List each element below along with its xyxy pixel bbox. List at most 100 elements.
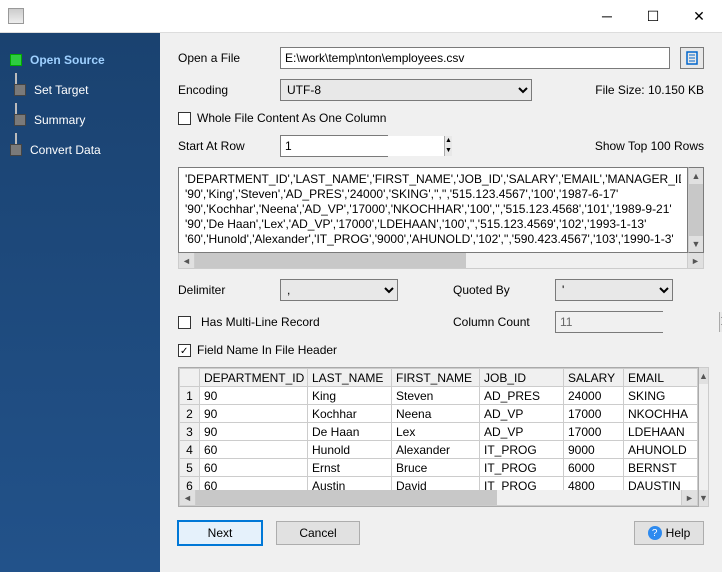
maximize-button[interactable]: ☐ [630, 0, 676, 32]
step-open-source[interactable]: Open Source [0, 45, 160, 75]
browse-file-button[interactable] [680, 47, 704, 69]
column-count-label: Column Count [453, 315, 545, 329]
table-row[interactable]: 390De HaanLexAD_VP17000LDEHAAN [180, 423, 698, 441]
encoding-label: Encoding [178, 83, 270, 97]
preview-scrollbar-h[interactable]: ◄ ► [178, 253, 704, 269]
step-marker-icon [10, 144, 22, 156]
table-cell: Neena [392, 405, 480, 423]
table-row[interactable]: 190KingStevenAD_PRES24000SKING [180, 387, 698, 405]
row-number: 4 [180, 441, 200, 459]
row-number: 6 [180, 477, 200, 491]
scroll-right-icon[interactable]: ► [687, 253, 703, 268]
start-row-label: Start At Row [178, 139, 270, 153]
delimiter-label: Delimiter [178, 283, 270, 297]
main-panel: Open a File Encoding UTF-8 File Size: 10… [160, 33, 722, 572]
step-label: Summary [34, 113, 85, 127]
table-cell: IT_PROG [480, 441, 564, 459]
scroll-down-icon[interactable]: ▼ [699, 490, 708, 506]
table-cell: 60 [200, 477, 308, 491]
table-cell: Austin [308, 477, 392, 491]
file-size-label: File Size: 10.150 KB [595, 83, 704, 97]
encoding-select[interactable]: UTF-8 [280, 79, 532, 101]
table-cell: Bruce [392, 459, 480, 477]
file-path-input[interactable] [280, 47, 670, 69]
table-cell: BERNST [624, 459, 698, 477]
step-set-target[interactable]: Set Target [0, 75, 160, 105]
table-row[interactable]: 560ErnstBruceIT_PROG6000BERNST [180, 459, 698, 477]
preview-scrollbar-v[interactable]: ▲ ▼ [688, 167, 704, 253]
quoted-by-select[interactable]: ' [555, 279, 673, 301]
start-row-input[interactable] [281, 136, 444, 156]
col-header[interactable]: EMAIL [624, 369, 698, 387]
scroll-left-icon[interactable]: ◄ [180, 490, 196, 505]
table-row[interactable]: 660AustinDavidIT_PROG4800DAUSTIN [180, 477, 698, 491]
table-cell: AHUNOLD [624, 441, 698, 459]
col-header[interactable]: LAST_NAME [308, 369, 392, 387]
table-row[interactable]: 460HunoldAlexanderIT_PROG9000AHUNOLD [180, 441, 698, 459]
whole-file-label: Whole File Content As One Column [197, 111, 386, 125]
table-cell: 17000 [564, 405, 624, 423]
step-marker-icon [10, 54, 22, 66]
table-cell: Ernst [308, 459, 392, 477]
app-icon [8, 8, 24, 24]
preview-line: '90','De Haan','Lex','AD_VP','17000','LD… [185, 217, 681, 232]
step-marker-icon [14, 84, 26, 96]
spinner-down-icon[interactable]: ▼ [445, 146, 452, 156]
field-header-label: Field Name In File Header [197, 343, 337, 357]
table-cell: 90 [200, 423, 308, 441]
scroll-down-icon[interactable]: ▼ [689, 236, 703, 252]
table-cell: AD_VP [480, 423, 564, 441]
scroll-up-icon[interactable]: ▲ [689, 168, 703, 184]
spinner-up-icon[interactable]: ▲ [445, 136, 452, 146]
field-header-checkbox[interactable] [178, 344, 191, 357]
delimiter-select[interactable]: , [280, 279, 398, 301]
table-cell: 9000 [564, 441, 624, 459]
table-cell: SKING [624, 387, 698, 405]
col-header[interactable]: JOB_ID [480, 369, 564, 387]
table-cell: 17000 [564, 423, 624, 441]
col-header[interactable]: SALARY [564, 369, 624, 387]
table-cell: 6000 [564, 459, 624, 477]
multiline-label: Has Multi-Line Record [201, 315, 320, 329]
table-cell: LDEHAAN [624, 423, 698, 441]
quoted-by-label: Quoted By [453, 283, 545, 297]
close-button[interactable]: ✕ [676, 0, 722, 32]
document-icon [684, 50, 700, 66]
row-number: 1 [180, 387, 200, 405]
table-cell: DAUSTIN [624, 477, 698, 491]
table-row[interactable]: 290KochharNeenaAD_VP17000NKOCHHA [180, 405, 698, 423]
scrollbar-thumb[interactable] [689, 184, 703, 236]
row-header-corner [180, 369, 200, 387]
scrollbar-thumb[interactable] [195, 253, 466, 268]
step-summary[interactable]: Summary [0, 105, 160, 135]
scroll-left-icon[interactable]: ◄ [179, 253, 195, 268]
whole-file-checkbox[interactable] [178, 112, 191, 125]
scroll-up-icon[interactable]: ▲ [699, 368, 708, 384]
table-cell: De Haan [308, 423, 392, 441]
table-cell: 60 [200, 459, 308, 477]
table-header-row: DEPARTMENT_ID LAST_NAME FIRST_NAME JOB_I… [180, 369, 698, 387]
cancel-button[interactable]: Cancel [276, 521, 360, 545]
step-convert-data[interactable]: Convert Data [0, 135, 160, 165]
start-row-spinner[interactable]: ▲▼ [280, 135, 388, 157]
step-label: Open Source [30, 53, 105, 67]
step-label: Convert Data [30, 143, 101, 157]
help-button[interactable]: ? Help [634, 521, 704, 545]
column-count-spinner: ▲▼ [555, 311, 663, 333]
col-header[interactable]: DEPARTMENT_ID [200, 369, 308, 387]
table-cell: 90 [200, 405, 308, 423]
table-scrollbar-v[interactable]: ▲ ▼ [699, 367, 709, 507]
table-cell: Steven [392, 387, 480, 405]
scrollbar-thumb[interactable] [196, 490, 497, 505]
multiline-checkbox[interactable] [178, 316, 191, 329]
titlebar: ─ ☐ ✕ [0, 0, 722, 32]
help-icon: ? [648, 526, 662, 540]
preview-line: '90','Kochhar','Neena','AD_VP','17000','… [185, 202, 681, 217]
minimize-button[interactable]: ─ [584, 0, 630, 32]
scroll-right-icon[interactable]: ► [681, 490, 697, 505]
table-cell: 24000 [564, 387, 624, 405]
table-scrollbar-h[interactable]: ◄ ► [179, 490, 698, 506]
open-file-label: Open a File [178, 51, 270, 65]
next-button[interactable]: Next [178, 521, 262, 545]
col-header[interactable]: FIRST_NAME [392, 369, 480, 387]
